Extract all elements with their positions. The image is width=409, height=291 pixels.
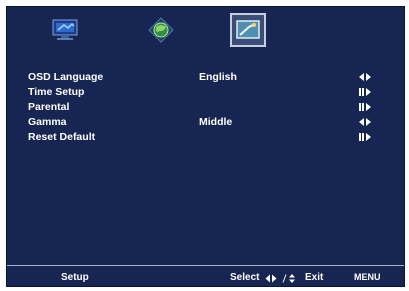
- menu-item-label: OSD Language: [28, 71, 104, 83]
- menu-item-parental[interactable]: Parental: [7, 99, 404, 115]
- settings-screen-icon: [236, 20, 260, 39]
- menu-item-gamma[interactable]: Gamma Middle: [7, 114, 404, 130]
- footer-select-label: Select: [230, 272, 260, 283]
- footer-section-title: Setup: [61, 272, 89, 283]
- enter-arrow-icon[interactable]: [358, 87, 372, 97]
- menu-item-label: Reset Default: [28, 131, 96, 143]
- category-tab-bar: [7, 7, 404, 53]
- tab-sound[interactable]: [141, 11, 181, 49]
- footer-exit-label: Exit: [305, 272, 324, 283]
- menu-item-reset-default[interactable]: Reset Default: [7, 129, 404, 145]
- tab-picture[interactable]: [45, 11, 85, 49]
- monitor-icon: [52, 19, 78, 40]
- menu-item-label: Gamma: [28, 116, 67, 128]
- menu-item-value: English: [199, 71, 237, 83]
- left-right-arrows-icon[interactable]: [358, 72, 372, 82]
- osd-menu-panel: OSD Language English Time Setup Parental: [6, 6, 405, 287]
- menu-item-time-setup[interactable]: Time Setup: [7, 84, 404, 100]
- navigation-arrows-icon: [265, 274, 301, 286]
- footer-help-bar: Setup Select Exit MENU: [7, 265, 404, 287]
- menu-item-value: Middle: [199, 116, 233, 128]
- enter-arrow-icon[interactable]: [358, 132, 372, 142]
- enter-arrow-icon[interactable]: [358, 102, 372, 112]
- globe-icon: [148, 17, 174, 43]
- menu-item-label: Time Setup: [28, 86, 85, 98]
- menu-item-label: Parental: [28, 101, 70, 113]
- menu-item-osd-language[interactable]: OSD Language English: [7, 69, 404, 85]
- footer-menu-key-label: MENU: [354, 272, 381, 282]
- left-right-arrows-icon[interactable]: [358, 117, 372, 127]
- tab-setup[interactable]: [228, 11, 268, 49]
